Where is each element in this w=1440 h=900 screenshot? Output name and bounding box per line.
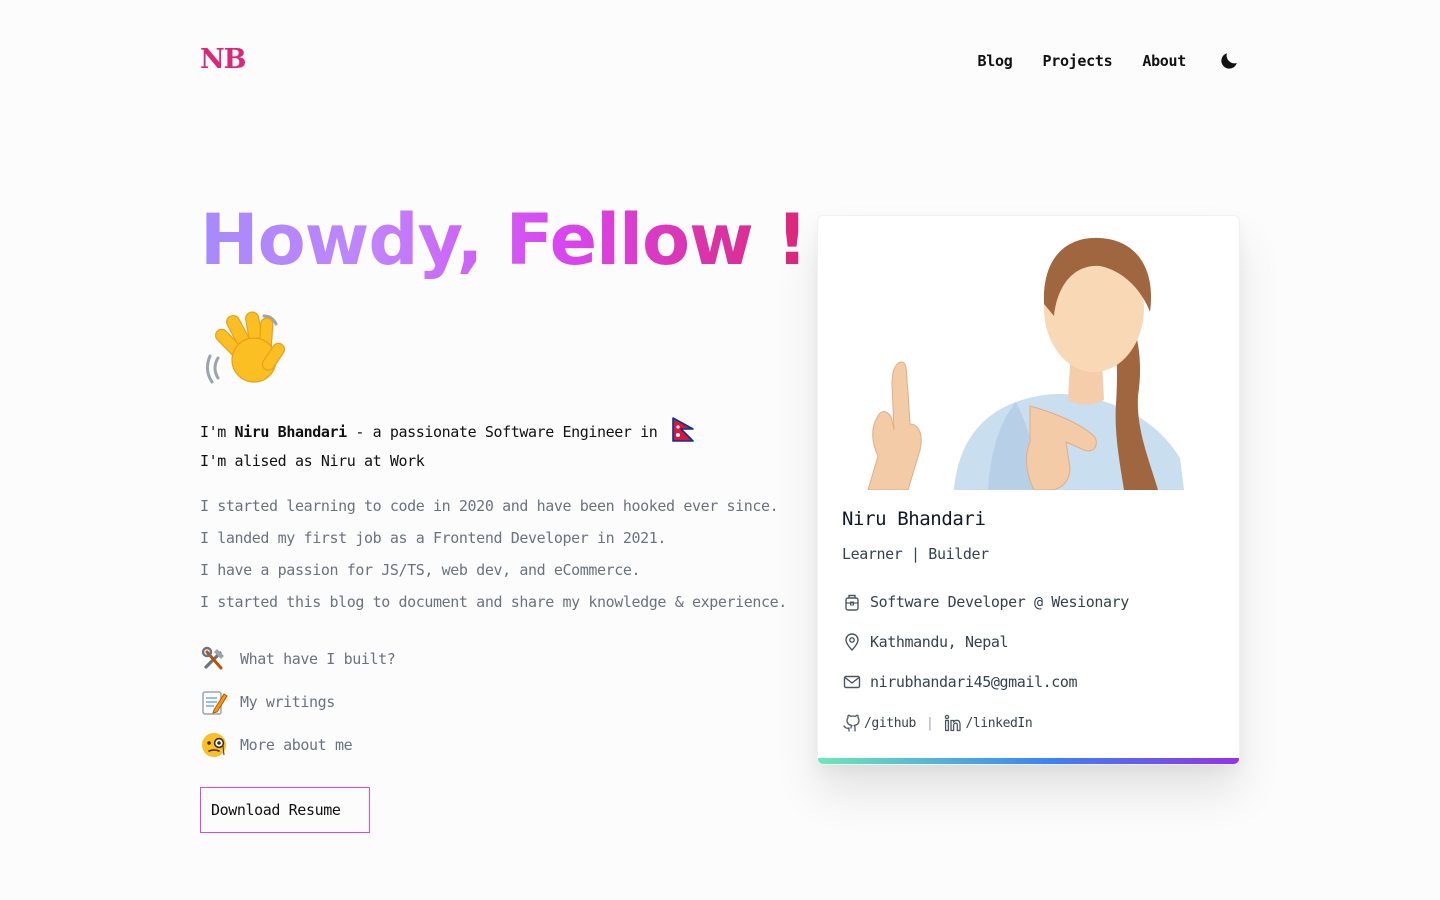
- download-resume-button[interactable]: Download Resume: [200, 787, 370, 833]
- bio-line: I landed my first job as a Frontend Deve…: [200, 529, 667, 547]
- bio-line: I started learning to code in 2020 and h…: [200, 497, 779, 515]
- profile-email-link[interactable]: nirubhandari45@gmail.com: [870, 673, 1078, 691]
- waving-hand-icon: [205, 311, 286, 384]
- profile-name: Niru Bhandari: [842, 508, 986, 530]
- social-separator: |: [926, 715, 934, 731]
- card-accent-bar: [818, 758, 1239, 764]
- profile-card: Niru Bhandari Learner | Builder Software…: [817, 215, 1240, 765]
- intro-name: Niru Bhandari: [234, 423, 348, 441]
- quick-link-about: More about me: [200, 723, 395, 766]
- quick-link-projects: What have I built?: [200, 637, 396, 680]
- monocle-face-icon: [202, 732, 226, 757]
- profile-socials: /github | /linkedIn: [842, 713, 1033, 733]
- profile-illustration: [867, 237, 1184, 490]
- github-label: /github: [864, 715, 916, 731]
- bio-line: I started this blog to document and shar…: [200, 593, 787, 611]
- site-logo[interactable]: NB: [200, 44, 247, 75]
- linkedin-label: /linkedIn: [965, 715, 1033, 731]
- map-pin-icon: [845, 633, 859, 651]
- tools-icon: [201, 646, 224, 669]
- linkedin-link[interactable]: /linkedIn: [943, 713, 1033, 733]
- github-icon: [843, 714, 860, 732]
- quick-link-label[interactable]: What have I built?: [240, 650, 396, 668]
- hero-title: Howdy, Fellow !: [200, 192, 808, 288]
- profile-job: Software Developer @ Wesionary: [842, 592, 1129, 612]
- nepal-flag-icon: [672, 417, 694, 442]
- profile-location: Kathmandu, Nepal: [842, 632, 1008, 652]
- mail-icon: [843, 675, 861, 689]
- moon-icon[interactable]: [1218, 50, 1240, 72]
- intro-line-1: I'm Niru Bhandari - a passionate Softwar…: [200, 416, 697, 447]
- quick-link-label[interactable]: More about me: [240, 736, 353, 754]
- quick-link-writings: My writings: [200, 680, 395, 723]
- intro: I'm Niru Bhandari - a passionate Softwar…: [200, 416, 697, 476]
- intro-line-2: I'm alised as Niru at Work: [200, 452, 425, 470]
- bio: I started learning to code in 2020 and h…: [200, 490, 787, 618]
- nav-link-blog[interactable]: Blog: [978, 52, 1013, 70]
- profile-tagline: Learner | Builder: [842, 545, 989, 563]
- nav-link-about[interactable]: About: [1142, 52, 1186, 70]
- main-nav: Blog Projects About: [948, 50, 1240, 72]
- nav-link-projects[interactable]: Projects: [1042, 52, 1112, 70]
- quick-links: What have I built? My writings More abou…: [200, 637, 396, 766]
- intro-prefix: I'm: [200, 423, 235, 441]
- linkedin-icon: [945, 714, 962, 732]
- github-link[interactable]: /github: [842, 713, 916, 733]
- intro-suffix: - a passionate Software Engineer in: [346, 423, 658, 441]
- briefcase-icon: [845, 594, 859, 611]
- memo-icon: [202, 690, 228, 715]
- bio-line: I have a passion for JS/TS, web dev, and…: [200, 561, 641, 579]
- quick-link-label[interactable]: My writings: [240, 693, 335, 711]
- profile-location-text: Kathmandu, Nepal: [870, 633, 1009, 651]
- profile-job-text: Software Developer @ Wesionary: [870, 593, 1129, 611]
- profile-email: nirubhandari45@gmail.com: [842, 672, 1078, 692]
